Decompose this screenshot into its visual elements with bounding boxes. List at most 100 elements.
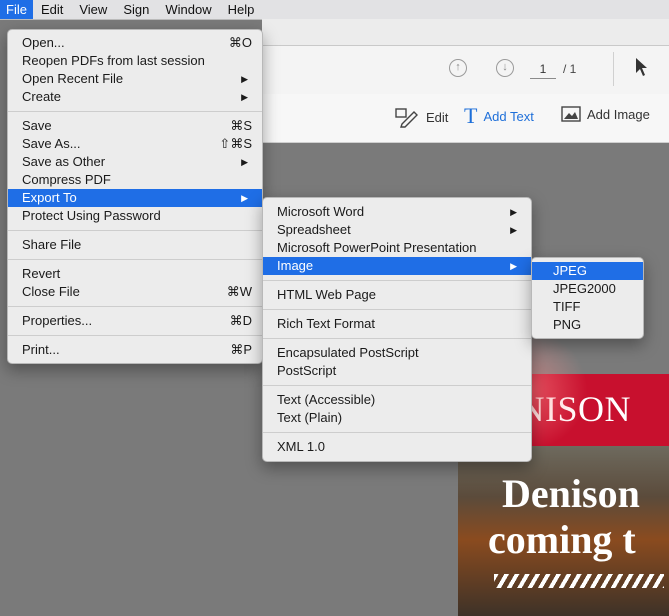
export-item-word[interactable]: Microsoft Word ▶ bbox=[263, 203, 531, 221]
save-as-other-label: Save as Other bbox=[22, 154, 106, 169]
powerpoint-label: Microsoft PowerPoint Presentation bbox=[277, 240, 477, 255]
menu-item-export-to[interactable]: Export To ▶ bbox=[8, 189, 262, 207]
menu-item-save-as-other[interactable]: Save as Other ▶ bbox=[8, 153, 262, 171]
print-shortcut: ⌘P bbox=[230, 342, 252, 357]
menu-item-reopen[interactable]: Reopen PDFs from last session bbox=[8, 52, 262, 70]
submenu-arrow-icon: ▶ bbox=[241, 157, 248, 167]
add-text-tool[interactable]: T Add Text bbox=[464, 103, 534, 128]
submenu-arrow-icon: ▶ bbox=[241, 74, 248, 84]
export-item-xml[interactable]: XML 1.0 bbox=[263, 438, 531, 456]
image-label: Image bbox=[277, 258, 314, 273]
app-window: File Edit View Sign Window Help ↑ ↓ 1 / … bbox=[0, 0, 669, 616]
edit-pencil-icon bbox=[395, 108, 418, 128]
export-item-spreadsheet[interactable]: Spreadsheet ▶ bbox=[263, 221, 531, 239]
tab-bar bbox=[262, 19, 669, 46]
eps-label: Encapsulated PostScript bbox=[277, 345, 419, 360]
menu-edit[interactable]: Edit bbox=[33, 0, 71, 19]
submenu-arrow-icon: ▶ bbox=[510, 207, 517, 217]
next-page-icon[interactable]: ↓ bbox=[496, 59, 514, 77]
edit-tool[interactable]: Edit bbox=[394, 106, 448, 128]
export-item-postscript[interactable]: PostScript bbox=[263, 362, 531, 380]
rtf-label: Rich Text Format bbox=[277, 316, 376, 331]
image-item-jpeg2000[interactable]: JPEG2000 bbox=[532, 280, 643, 298]
export-item-text-plain[interactable]: Text (Plain) bbox=[263, 409, 531, 427]
jpeg-label: JPEG bbox=[553, 263, 587, 278]
jpeg2000-label: JPEG2000 bbox=[553, 281, 616, 296]
xml-label: XML 1.0 bbox=[277, 439, 325, 454]
select-cursor-icon[interactable] bbox=[634, 57, 648, 77]
save-label: Save bbox=[22, 118, 52, 133]
menu-item-print[interactable]: Print... ⌘P bbox=[8, 341, 262, 359]
menu-bar: File Edit View Sign Window Help bbox=[0, 0, 669, 20]
print-label: Print... bbox=[22, 342, 60, 357]
protect-label: Protect Using Password bbox=[22, 208, 161, 223]
edit-tool-label: Edit bbox=[426, 109, 449, 125]
open-recent-label: Open Recent File bbox=[22, 71, 124, 86]
menu-item-save-as[interactable]: Save As... ⇧⌘S bbox=[8, 135, 262, 153]
export-item-rtf[interactable]: Rich Text Format bbox=[263, 315, 531, 333]
menu-separator bbox=[8, 230, 262, 231]
close-shortcut: ⌘W bbox=[226, 284, 252, 299]
reopen-label: Reopen PDFs from last session bbox=[22, 53, 205, 68]
document-title-line-1: Denison bbox=[502, 471, 640, 516]
previous-page-icon[interactable]: ↑ bbox=[449, 59, 467, 77]
page-total: / 1 bbox=[563, 62, 577, 76]
menu-item-revert[interactable]: Revert bbox=[8, 265, 262, 283]
spreadsheet-label: Spreadsheet bbox=[277, 222, 351, 237]
export-item-eps[interactable]: Encapsulated PostScript bbox=[263, 344, 531, 362]
submenu-arrow-icon: ▶ bbox=[241, 92, 248, 102]
menu-item-save[interactable]: Save ⌘S bbox=[8, 117, 262, 135]
menu-item-protect[interactable]: Protect Using Password bbox=[8, 207, 262, 225]
menu-separator bbox=[263, 432, 531, 433]
menu-item-close[interactable]: Close File ⌘W bbox=[8, 283, 262, 301]
export-item-html[interactable]: HTML Web Page bbox=[263, 286, 531, 304]
create-label: Create bbox=[22, 89, 62, 104]
revert-label: Revert bbox=[22, 266, 61, 281]
word-label: Microsoft Word bbox=[277, 204, 365, 219]
menu-separator bbox=[263, 280, 531, 281]
text-plain-label: Text (Plain) bbox=[277, 410, 343, 425]
compress-label: Compress PDF bbox=[22, 172, 111, 187]
toolbar-divider bbox=[613, 52, 614, 86]
text-t-icon: T bbox=[464, 103, 478, 128]
save-as-label: Save As... bbox=[22, 136, 81, 151]
export-item-text-accessible[interactable]: Text (Accessible) bbox=[263, 391, 531, 409]
export-to-label: Export To bbox=[22, 190, 77, 205]
menu-item-properties[interactable]: Properties... ⌘D bbox=[8, 312, 262, 330]
export-item-powerpoint[interactable]: Microsoft PowerPoint Presentation bbox=[263, 239, 531, 257]
open-label: Open... bbox=[22, 35, 65, 50]
menu-file[interactable]: File bbox=[0, 0, 33, 19]
html-label: HTML Web Page bbox=[277, 287, 376, 302]
menu-sign[interactable]: Sign bbox=[115, 0, 157, 19]
menu-help[interactable]: Help bbox=[220, 0, 263, 19]
export-item-image[interactable]: Image ▶ bbox=[263, 257, 531, 275]
menu-item-compress[interactable]: Compress PDF bbox=[8, 171, 262, 189]
add-image-tool[interactable]: Add Image bbox=[561, 106, 650, 122]
page-number-input[interactable]: 1 bbox=[530, 60, 556, 79]
menu-separator bbox=[8, 306, 262, 307]
menu-item-open-recent[interactable]: Open Recent File ▶ bbox=[8, 70, 262, 88]
image-item-tiff[interactable]: TIFF bbox=[532, 298, 643, 316]
image-item-jpeg[interactable]: JPEG bbox=[532, 262, 643, 280]
menu-separator bbox=[8, 335, 262, 336]
menu-view[interactable]: View bbox=[71, 0, 115, 19]
add-image-label: Add Image bbox=[587, 106, 650, 122]
menu-separator bbox=[263, 385, 531, 386]
menu-separator bbox=[263, 338, 531, 339]
menu-item-open[interactable]: Open... ⌘O bbox=[8, 34, 262, 52]
menu-item-create[interactable]: Create ▶ bbox=[8, 88, 262, 106]
menu-window[interactable]: Window bbox=[157, 0, 219, 19]
menu-item-share[interactable]: Share File bbox=[8, 236, 262, 254]
postscript-label: PostScript bbox=[277, 363, 337, 378]
close-label: Close File bbox=[22, 284, 80, 299]
add-text-label: Add Text bbox=[483, 108, 534, 124]
image-item-png[interactable]: PNG bbox=[532, 316, 643, 334]
menu-separator bbox=[8, 111, 262, 112]
properties-shortcut: ⌘D bbox=[229, 313, 252, 328]
document-title-line-2: coming t bbox=[488, 517, 636, 562]
share-label: Share File bbox=[22, 237, 82, 252]
menu-separator bbox=[263, 309, 531, 310]
submenu-arrow-icon: ▶ bbox=[241, 193, 248, 203]
tiff-label: TIFF bbox=[553, 299, 581, 314]
open-shortcut: ⌘O bbox=[228, 35, 252, 50]
